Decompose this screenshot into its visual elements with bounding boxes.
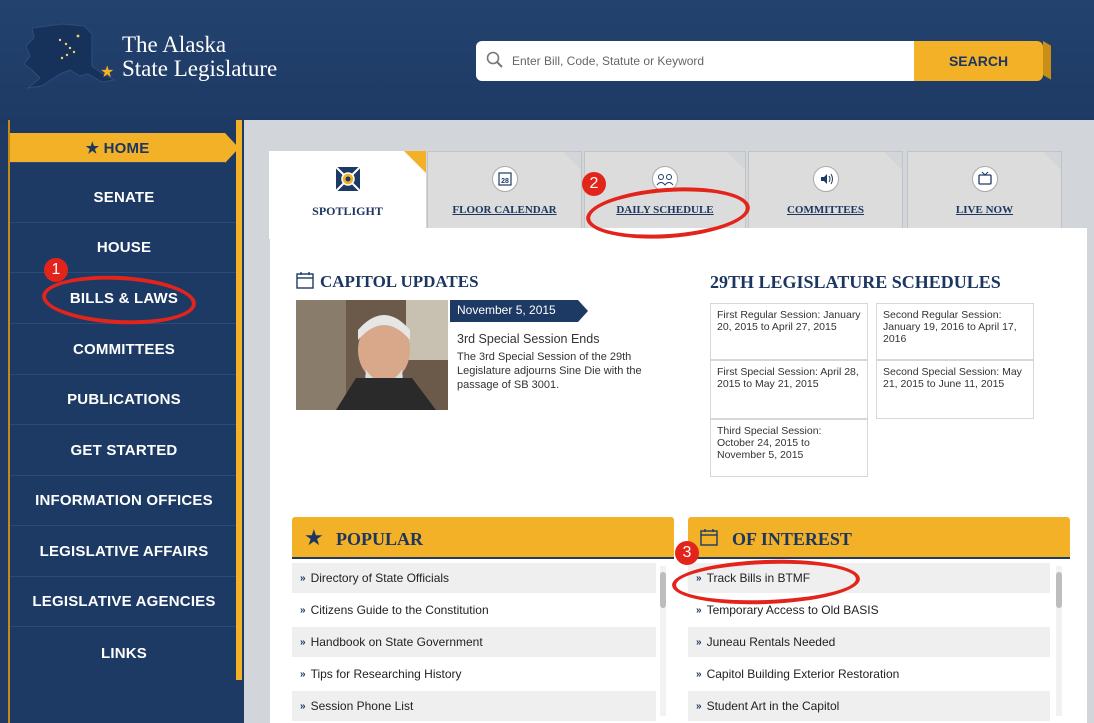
calendar-day: 28 [501, 178, 509, 185]
nav-legislative-affairs[interactable]: LEGISLATIVE AFFAIRS [10, 527, 238, 577]
calendar-icon: 28 [491, 166, 518, 192]
nav-legislative-agencies[interactable]: LEGISLATIVE AGENCIES [10, 577, 238, 627]
list-item[interactable]: » Student Art in the Capitol [688, 691, 1050, 721]
popular-title: POPULAR [336, 529, 423, 549]
double-chevron-icon: » [300, 636, 306, 648]
schedule-cell: First Regular Session: January 20, 2015 … [710, 303, 868, 360]
main-nav-sidebar: ★ HOME SENATE HOUSE BILLS & LAWS COMMITT… [8, 120, 240, 723]
tv-icon [971, 166, 998, 192]
list-item-label: Tips for Researching History [310, 667, 462, 681]
list-item[interactable]: » Juneau Rentals Needed [688, 627, 1050, 657]
tab-corner [1043, 152, 1061, 170]
list-item[interactable]: » Citizens Guide to the Constitution [292, 595, 656, 625]
double-chevron-icon: » [300, 668, 306, 680]
speaker-icon [812, 166, 839, 192]
tab-spotlight[interactable]: SPOTLIGHT [269, 151, 426, 239]
of-interest-title: OF INTEREST [732, 529, 852, 549]
list-item-label: Temporary Access to Old BASIS [706, 603, 879, 617]
tab-label: FLOOR CALENDAR [452, 204, 557, 216]
double-chevron-icon: » [696, 668, 702, 680]
annotation-marker: 1 [44, 258, 68, 282]
capitol-updates-heading: CAPITOL UPDATES [320, 272, 479, 291]
nav-home[interactable]: ★ HOME [10, 133, 239, 163]
news-photo[interactable] [296, 300, 448, 410]
site-title[interactable]: The Alaska State Legislature [122, 33, 277, 81]
news-title[interactable]: 3rd Special Session Ends [457, 332, 599, 346]
of-interest-header: OF INTEREST [688, 517, 1070, 559]
nav-publications[interactable]: PUBLICATIONS [10, 375, 238, 425]
list-item-label: Handbook on State Government [310, 635, 483, 649]
tab-corner [563, 152, 581, 170]
tab-corner [404, 151, 426, 173]
calendar-icon [296, 272, 314, 289]
list-item-label: Citizens Guide to the Constitution [310, 603, 489, 617]
annotation-marker: 2 [582, 172, 606, 196]
tab-label: LIVE NOW [955, 204, 1014, 216]
nav-senate[interactable]: SENATE [10, 173, 238, 223]
news-date-banner: November 5, 2015 [450, 300, 588, 322]
schedule-cell: Second Special Session: May 21, 2015 to … [876, 360, 1034, 419]
list-item-label: Session Phone List [310, 699, 414, 713]
double-chevron-icon: » [696, 700, 702, 712]
search-input[interactable] [512, 50, 902, 72]
calendar-icon [700, 529, 718, 546]
list-item[interactable]: » Handbook on State Government [292, 627, 656, 657]
tab-label: COMMITTEES [786, 204, 864, 216]
of-interest-scrollbar-thumb[interactable] [1056, 572, 1062, 608]
double-chevron-icon: » [696, 604, 702, 616]
list-item[interactable]: » Directory of State Officials [292, 563, 656, 593]
tab-label: SPOTLIGHT [312, 204, 383, 218]
list-item-label: Juneau Rentals Needed [706, 635, 836, 649]
list-item-label: Capitol Building Exterior Restoration [706, 667, 900, 681]
list-item[interactable]: » Session Phone List [292, 691, 656, 721]
schedules-heading: 29TH LEGISLATURE SCHEDULES [710, 272, 1001, 292]
tab-committees[interactable]: COMMITTEES [748, 151, 903, 229]
tab-live-now[interactable]: LIVE NOW [907, 151, 1062, 229]
schedule-cell: Second Regular Session: January 19, 2016… [876, 303, 1034, 360]
star-icon: ★ [304, 525, 324, 550]
double-chevron-icon: » [696, 636, 702, 648]
site-header: ★ The Alaska State Legislature SEARCH [0, 0, 1094, 125]
tab-corner [884, 152, 902, 170]
nav-get-started[interactable]: GET STARTED [10, 426, 238, 476]
search-button[interactable]: SEARCH [914, 41, 1043, 81]
double-chevron-icon: » [300, 572, 306, 584]
tab-floor-calendar[interactable]: 28 FLOOR CALENDAR [427, 151, 582, 229]
logo-line-2: State Legislature [122, 56, 278, 81]
logo-line-1: The Alaska [122, 32, 227, 57]
search-box [476, 41, 914, 81]
search-icon [486, 51, 503, 68]
schedule-cell: First Special Session: April 28, 2015 to… [710, 360, 868, 419]
annotation-marker: 3 [675, 541, 699, 565]
double-chevron-icon: » [300, 700, 306, 712]
nav-information-offices[interactable]: INFORMATION OFFICES [10, 476, 238, 526]
popular-scrollbar-thumb[interactable] [660, 572, 666, 608]
list-item[interactable]: » Tips for Researching History [292, 659, 656, 689]
list-item-label: Directory of State Officials [310, 571, 450, 585]
list-item[interactable]: » Capitol Building Exterior Restoration [688, 659, 1050, 689]
nav-links[interactable]: LINKS [10, 628, 238, 678]
list-item-label: Student Art in the Capitol [706, 699, 840, 713]
double-chevron-icon: » [300, 604, 306, 616]
news-body: The 3rd Special Session of the 29th Legi… [457, 351, 642, 391]
spotlight-icon [334, 166, 361, 192]
star-icon: ★ [100, 64, 115, 81]
nav-committees[interactable]: COMMITTEES [10, 325, 238, 375]
popular-header: ★ POPULAR [292, 517, 674, 559]
schedule-cell: Third Special Session: October 24, 2015 … [710, 419, 868, 477]
tab-corner [727, 152, 745, 170]
sidebar-gold-edge [236, 120, 242, 680]
